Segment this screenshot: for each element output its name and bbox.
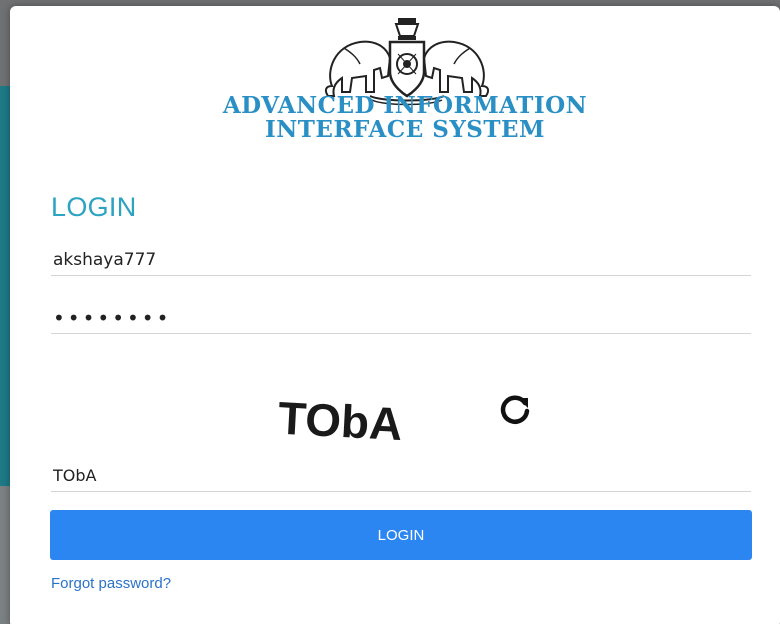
- captcha-input[interactable]: [51, 460, 751, 492]
- refresh-icon[interactable]: [498, 392, 532, 426]
- system-title-line-1: ADVANCED INFORMATION: [222, 92, 588, 119]
- login-modal: ADVANCED INFORMATION INTERFACE SYSTEM LO…: [10, 6, 780, 624]
- captcha-text: TObA: [277, 392, 404, 450]
- captcha-image: TObA: [277, 392, 404, 450]
- password-input[interactable]: [51, 302, 751, 334]
- system-title-line-2: INTERFACE SYSTEM: [265, 116, 545, 143]
- forgot-password-link[interactable]: Forgot password?: [51, 575, 171, 592]
- login-heading: LOGIN: [51, 192, 137, 222]
- login-button[interactable]: LOGIN: [50, 510, 752, 560]
- system-title: ADVANCED INFORMATION INTERFACE SYSTEM: [110, 94, 700, 142]
- username-input[interactable]: [51, 244, 751, 276]
